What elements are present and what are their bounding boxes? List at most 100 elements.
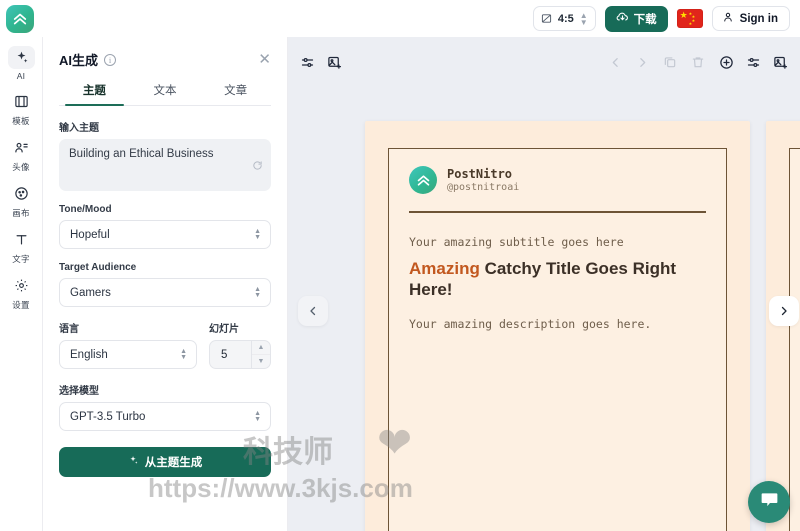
tab-text-label: 文本 bbox=[153, 85, 177, 97]
sparkle-ai-icon bbox=[7, 46, 35, 69]
tone-value: Hopeful bbox=[70, 228, 110, 241]
cloud-download-icon bbox=[616, 11, 629, 27]
sidebar-item-text-label: 文字 bbox=[12, 254, 30, 264]
toolbar-left-group bbox=[300, 55, 342, 70]
duplicate-slide-icon[interactable] bbox=[663, 55, 677, 69]
add-slide-icon[interactable] bbox=[719, 55, 734, 70]
slide-settings-icon[interactable] bbox=[300, 55, 315, 70]
brand-name: PostNitro bbox=[447, 167, 513, 181]
language-value: English bbox=[70, 348, 108, 361]
panel-header: AI生成 i ✕ bbox=[59, 50, 271, 69]
close-icon[interactable]: ✕ bbox=[258, 52, 271, 67]
china-flag-icon[interactable]: ★ ★ ★ ★ ★ bbox=[676, 9, 703, 28]
flag-star-large: ★ bbox=[679, 10, 688, 20]
slides-stepper[interactable]: 5 ▲ ▼ bbox=[209, 340, 271, 369]
next-slide-button[interactable] bbox=[769, 296, 799, 326]
tab-topic[interactable]: 主题 bbox=[59, 82, 130, 106]
model-select[interactable]: GPT-3.5 Turbo ▲ ▼ bbox=[59, 402, 271, 431]
chevron-updown-icon: ▲ ▼ bbox=[254, 409, 261, 423]
slide-1-title-highlight: Amazing bbox=[409, 258, 480, 278]
slide-1-inner: PostNitro @postnitroai Your amazing subt… bbox=[388, 148, 727, 531]
move-slide-left-icon[interactable] bbox=[609, 56, 622, 69]
slide-card-1[interactable]: PostNitro @postnitroai Your amazing subt… bbox=[365, 121, 750, 531]
canvas-toolbar bbox=[288, 37, 800, 87]
aspect-ratio-icon bbox=[541, 13, 552, 24]
sidebar-item-avatar-label: 头像 bbox=[12, 162, 30, 172]
sparkle-icon bbox=[128, 455, 139, 469]
sign-in-button[interactable]: Sign in bbox=[711, 6, 790, 31]
panel-title: AI生成 bbox=[59, 53, 99, 68]
sidebar-item-text[interactable]: 文字 bbox=[1, 228, 41, 265]
audience-value: Gamers bbox=[70, 286, 111, 299]
stepper-buttons: ▲ ▼ bbox=[251, 341, 270, 368]
stepper-up-icon[interactable]: ▲ bbox=[252, 341, 270, 354]
postnitro-logo-icon[interactable] bbox=[6, 4, 34, 33]
audience-label: Target Audience bbox=[59, 262, 137, 273]
tab-article[interactable]: 文章 bbox=[200, 82, 271, 105]
slide-2-inner: Se Put ✦ bbox=[789, 148, 800, 531]
text-icon bbox=[8, 228, 35, 251]
canvas-area: PostNitro @postnitroai Your amazing subt… bbox=[288, 37, 800, 531]
sidebar-item-canvas[interactable]: 画布 bbox=[1, 182, 41, 219]
sidebar-item-ai[interactable]: AI bbox=[1, 46, 41, 81]
generate-from-topic-button[interactable]: 从主题生成 bbox=[59, 447, 271, 477]
info-icon[interactable]: i bbox=[104, 53, 117, 66]
sidebar-item-canvas-label: 画布 bbox=[12, 208, 30, 218]
top-bar-actions: 4:5 ▲ ▼ 下载 ★ ★ ★ ★ ★ Sign in bbox=[532, 5, 790, 32]
slides-value: 5 bbox=[221, 348, 228, 361]
slide-card-2[interactable]: Se Put ✦ bbox=[766, 121, 800, 531]
user-icon bbox=[722, 11, 734, 26]
sidebar-item-ai-label: AI bbox=[16, 71, 26, 81]
canvas-palette-icon bbox=[8, 182, 35, 205]
slide-1-header: PostNitro @postnitroai bbox=[409, 166, 706, 194]
download-button[interactable]: 下载 bbox=[604, 5, 668, 32]
slide-1-subtitle[interactable]: Your amazing subtitle goes here bbox=[409, 235, 706, 249]
divider bbox=[409, 211, 706, 213]
topic-label: 输入主题 bbox=[59, 123, 99, 134]
topic-field: 输入主题 Building an Ethical Business bbox=[59, 119, 271, 191]
gear-icon bbox=[8, 274, 35, 297]
chat-support-button[interactable] bbox=[748, 481, 790, 523]
tab-text[interactable]: 文本 bbox=[130, 82, 201, 105]
move-slide-right-icon[interactable] bbox=[636, 56, 649, 69]
sidebar-item-settings-label: 设置 bbox=[12, 300, 30, 310]
slides-field: 幻灯片 5 ▲ ▼ bbox=[209, 320, 271, 369]
toolbar-right-group bbox=[746, 55, 788, 70]
slide-1-identity: PostNitro @postnitroai bbox=[447, 167, 519, 193]
sidebar-item-settings[interactable]: 设置 bbox=[1, 274, 41, 311]
sidebar-item-templates-label: 模板 bbox=[12, 116, 30, 126]
audience-select[interactable]: Gamers ▲ ▼ bbox=[59, 278, 271, 307]
slides-label: 幻灯片 bbox=[209, 324, 239, 335]
chevron-updown-icon: ▲ ▼ bbox=[254, 227, 261, 241]
slide2-settings-icon[interactable] bbox=[746, 55, 761, 70]
tab-topic-label: 主题 bbox=[82, 85, 106, 97]
tone-select[interactable]: Hopeful ▲ ▼ bbox=[59, 220, 271, 249]
template-icon bbox=[8, 90, 35, 113]
slide-image-icon[interactable] bbox=[327, 55, 342, 70]
chevron-updown-icon: ▲ ▼ bbox=[254, 285, 261, 299]
flag-star-4: ★ bbox=[688, 21, 693, 26]
sidebar-item-templates[interactable]: 模板 bbox=[1, 90, 41, 127]
stepper-down-icon[interactable]: ▼ bbox=[252, 354, 270, 368]
delete-slide-icon[interactable] bbox=[691, 55, 705, 69]
topic-input[interactable]: Building an Ethical Business bbox=[59, 139, 271, 191]
tone-field: Tone/Mood Hopeful ▲ ▼ bbox=[59, 204, 271, 249]
brand-handle: @postnitroai bbox=[447, 182, 520, 193]
sidebar-rail: AI 模板 头像 画布 文字 设置 bbox=[0, 37, 43, 531]
model-value: GPT-3.5 Turbo bbox=[70, 410, 146, 423]
sidebar-item-avatar[interactable]: 头像 bbox=[1, 136, 41, 173]
language-field: 语言 English ▲ ▼ bbox=[59, 320, 197, 369]
language-label: 语言 bbox=[59, 324, 79, 335]
language-select[interactable]: English ▲ ▼ bbox=[59, 340, 197, 369]
slide2-image-icon[interactable] bbox=[773, 55, 788, 70]
previous-slide-button[interactable] bbox=[298, 296, 328, 326]
audience-field: Target Audience Gamers ▲ ▼ bbox=[59, 262, 271, 307]
aspect-ratio-selector[interactable]: 4:5 ▲ ▼ bbox=[532, 6, 596, 31]
slide-1-title[interactable]: Amazing Catchy Title Goes Right Here! bbox=[409, 258, 706, 302]
chevron-updown-icon[interactable]: ▲ ▼ bbox=[580, 11, 588, 26]
aspect-ratio-value: 4:5 bbox=[557, 12, 574, 25]
slide-1-description[interactable]: Your amazing description goes here. bbox=[409, 317, 706, 331]
avatar-list-icon bbox=[8, 136, 35, 159]
toolbar-center-group bbox=[609, 55, 734, 70]
refresh-icon[interactable] bbox=[252, 160, 263, 174]
